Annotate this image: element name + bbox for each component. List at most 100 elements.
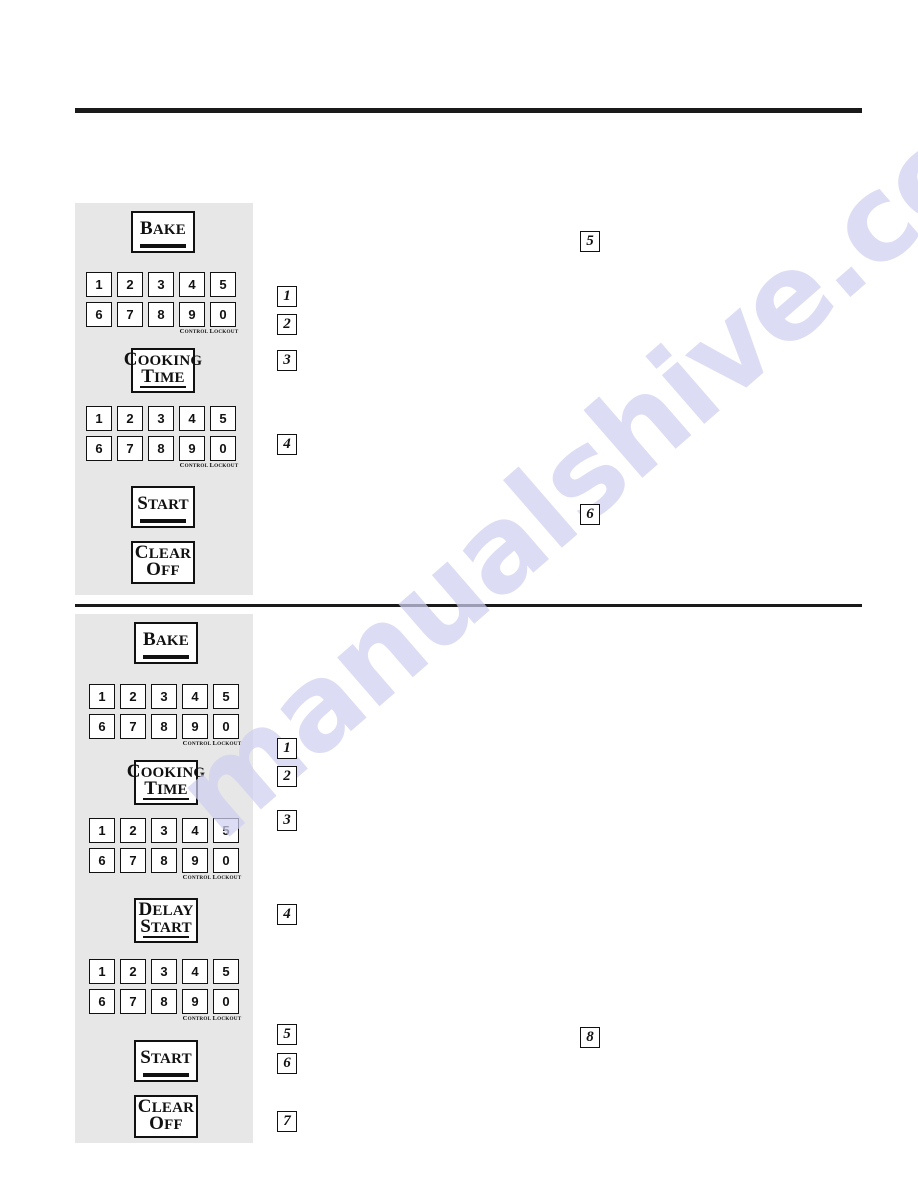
key-4[interactable]: 4 <box>182 684 208 709</box>
control-lockout-label: CONTROL LOCKOUT <box>179 328 239 335</box>
key-1[interactable]: 1 <box>86 406 112 431</box>
step-badge-8: 8 <box>580 1027 600 1048</box>
keypad-cooking-time-section-two[interactable]: 1 2 3 4 5 6 7 8 9 0 CONTROL LOCKOUT <box>89 818 243 881</box>
key-6[interactable]: 6 <box>86 436 112 461</box>
keypad-row-1: 1 2 3 4 5 <box>89 818 243 843</box>
key-2[interactable]: 2 <box>117 272 143 297</box>
clear-off-button[interactable]: CLEAR OFF <box>134 1095 198 1138</box>
bake-button[interactable]: BAKE <box>134 622 198 664</box>
key-6[interactable]: 6 <box>89 714 115 739</box>
key-0[interactable]: 0 <box>213 848 239 873</box>
clear-off-line-1: CLEAR <box>134 542 192 563</box>
key-0[interactable]: 0 <box>210 436 236 461</box>
key-8[interactable]: 8 <box>151 989 177 1014</box>
step-badge-3: 3 <box>277 810 297 831</box>
key-7[interactable]: 7 <box>117 436 143 461</box>
keypad-bake-section-one[interactable]: 1 2 3 4 5 6 7 8 9 0 CONTROL LOCKOUT <box>86 272 240 335</box>
key-9[interactable]: 9 <box>179 436 205 461</box>
control-lockout-label: CONTROL LOCKOUT <box>182 874 242 881</box>
keypad-row-2: 6 7 8 9 0 <box>89 714 243 739</box>
key-5[interactable]: 5 <box>210 406 236 431</box>
key-7[interactable]: 7 <box>120 989 146 1014</box>
key-0[interactable]: 0 <box>213 714 239 739</box>
keypad-row-1: 1 2 3 4 5 <box>86 406 240 431</box>
key-2[interactable]: 2 <box>120 959 146 984</box>
key-0[interactable]: 0 <box>213 989 239 1014</box>
keypad-row-1: 1 2 3 4 5 <box>89 959 243 984</box>
delay-start-button-underbar <box>142 936 190 938</box>
control-lockout-label: CONTROL LOCKOUT <box>182 1015 242 1022</box>
cooking-time-button[interactable]: COOKING TIME <box>127 760 205 805</box>
key-5[interactable]: 5 <box>213 818 239 843</box>
control-panel-cooking-time <box>75 203 253 595</box>
bake-button-line-1: BAKE <box>143 629 189 650</box>
key-5[interactable]: 5 <box>210 272 236 297</box>
key-8[interactable]: 8 <box>148 436 174 461</box>
key-9[interactable]: 9 <box>182 848 208 873</box>
bake-button-line-1: BAKE <box>140 218 186 239</box>
bake-button[interactable]: BAKE <box>131 211 195 253</box>
keypad-cooking-time-section-one[interactable]: 1 2 3 4 5 6 7 8 9 0 CONTROL LOCKOUT <box>86 406 240 469</box>
start-button[interactable]: START <box>134 1040 198 1082</box>
key-3[interactable]: 3 <box>151 959 177 984</box>
key-4[interactable]: 4 <box>182 818 208 843</box>
key-1[interactable]: 1 <box>89 818 115 843</box>
key-6[interactable]: 6 <box>89 848 115 873</box>
cooking-time-button-underbar <box>139 386 187 388</box>
key-4[interactable]: 4 <box>182 959 208 984</box>
start-button-underbar <box>142 1073 190 1077</box>
key-9[interactable]: 9 <box>182 714 208 739</box>
key-4[interactable]: 4 <box>179 272 205 297</box>
step-badge-2: 2 <box>277 314 297 335</box>
start-button-line-1: START <box>137 493 189 514</box>
key-2[interactable]: 2 <box>117 406 143 431</box>
cooking-time-button[interactable]: COOKING TIME <box>124 348 202 393</box>
key-8[interactable]: 8 <box>148 302 174 327</box>
clear-off-line-2: OFF <box>146 559 180 580</box>
key-8[interactable]: 8 <box>151 848 177 873</box>
key-2[interactable]: 2 <box>120 684 146 709</box>
clear-off-button-label: CLEAR OFF <box>136 1097 196 1133</box>
keypad-delay-start-section-two[interactable]: 1 2 3 4 5 6 7 8 9 0 CONTROL LOCKOUT <box>89 959 243 1022</box>
start-button-label: START <box>133 488 193 519</box>
key-6[interactable]: 6 <box>86 302 112 327</box>
start-button[interactable]: START <box>131 486 195 528</box>
key-9[interactable]: 9 <box>179 302 205 327</box>
key-2[interactable]: 2 <box>120 818 146 843</box>
control-lockout-label: CONTROL LOCKOUT <box>182 740 242 747</box>
keypad-row-2: 6 7 8 9 0 <box>89 989 243 1014</box>
key-9[interactable]: 9 <box>182 989 208 1014</box>
delay-start-line-2: START <box>140 916 192 937</box>
key-3[interactable]: 3 <box>148 272 174 297</box>
key-0[interactable]: 0 <box>210 302 236 327</box>
start-button-label: START <box>136 1042 196 1073</box>
cooking-time-line-1: COOKING <box>123 349 203 370</box>
keypad-row-2: 6 7 8 9 0 <box>86 302 240 327</box>
key-5[interactable]: 5 <box>213 684 239 709</box>
key-7[interactable]: 7 <box>120 848 146 873</box>
bake-button-underbar <box>142 655 190 659</box>
cooking-time-line-2: TIME <box>141 366 185 387</box>
start-button-underbar <box>139 519 187 523</box>
clear-off-button[interactable]: CLEAR OFF <box>131 541 195 584</box>
delay-start-button[interactable]: DELAY START <box>134 898 198 943</box>
key-3[interactable]: 3 <box>148 406 174 431</box>
key-6[interactable]: 6 <box>89 989 115 1014</box>
key-8[interactable]: 8 <box>151 714 177 739</box>
clear-off-button-label: CLEAR OFF <box>133 543 193 579</box>
bake-button-underbar <box>139 244 187 248</box>
key-1[interactable]: 1 <box>86 272 112 297</box>
key-7[interactable]: 7 <box>120 714 146 739</box>
keypad-bake-section-two[interactable]: 1 2 3 4 5 6 7 8 9 0 CONTROL LOCKOUT <box>89 684 243 747</box>
bake-button-label: BAKE <box>133 213 193 244</box>
control-lockout-label: CONTROL LOCKOUT <box>179 462 239 469</box>
key-7[interactable]: 7 <box>117 302 143 327</box>
keypad-row-1: 1 2 3 4 5 <box>89 684 243 709</box>
top-horizontal-rule <box>75 108 862 113</box>
key-4[interactable]: 4 <box>179 406 205 431</box>
key-3[interactable]: 3 <box>151 818 177 843</box>
key-1[interactable]: 1 <box>89 684 115 709</box>
key-5[interactable]: 5 <box>213 959 239 984</box>
key-3[interactable]: 3 <box>151 684 177 709</box>
key-1[interactable]: 1 <box>89 959 115 984</box>
